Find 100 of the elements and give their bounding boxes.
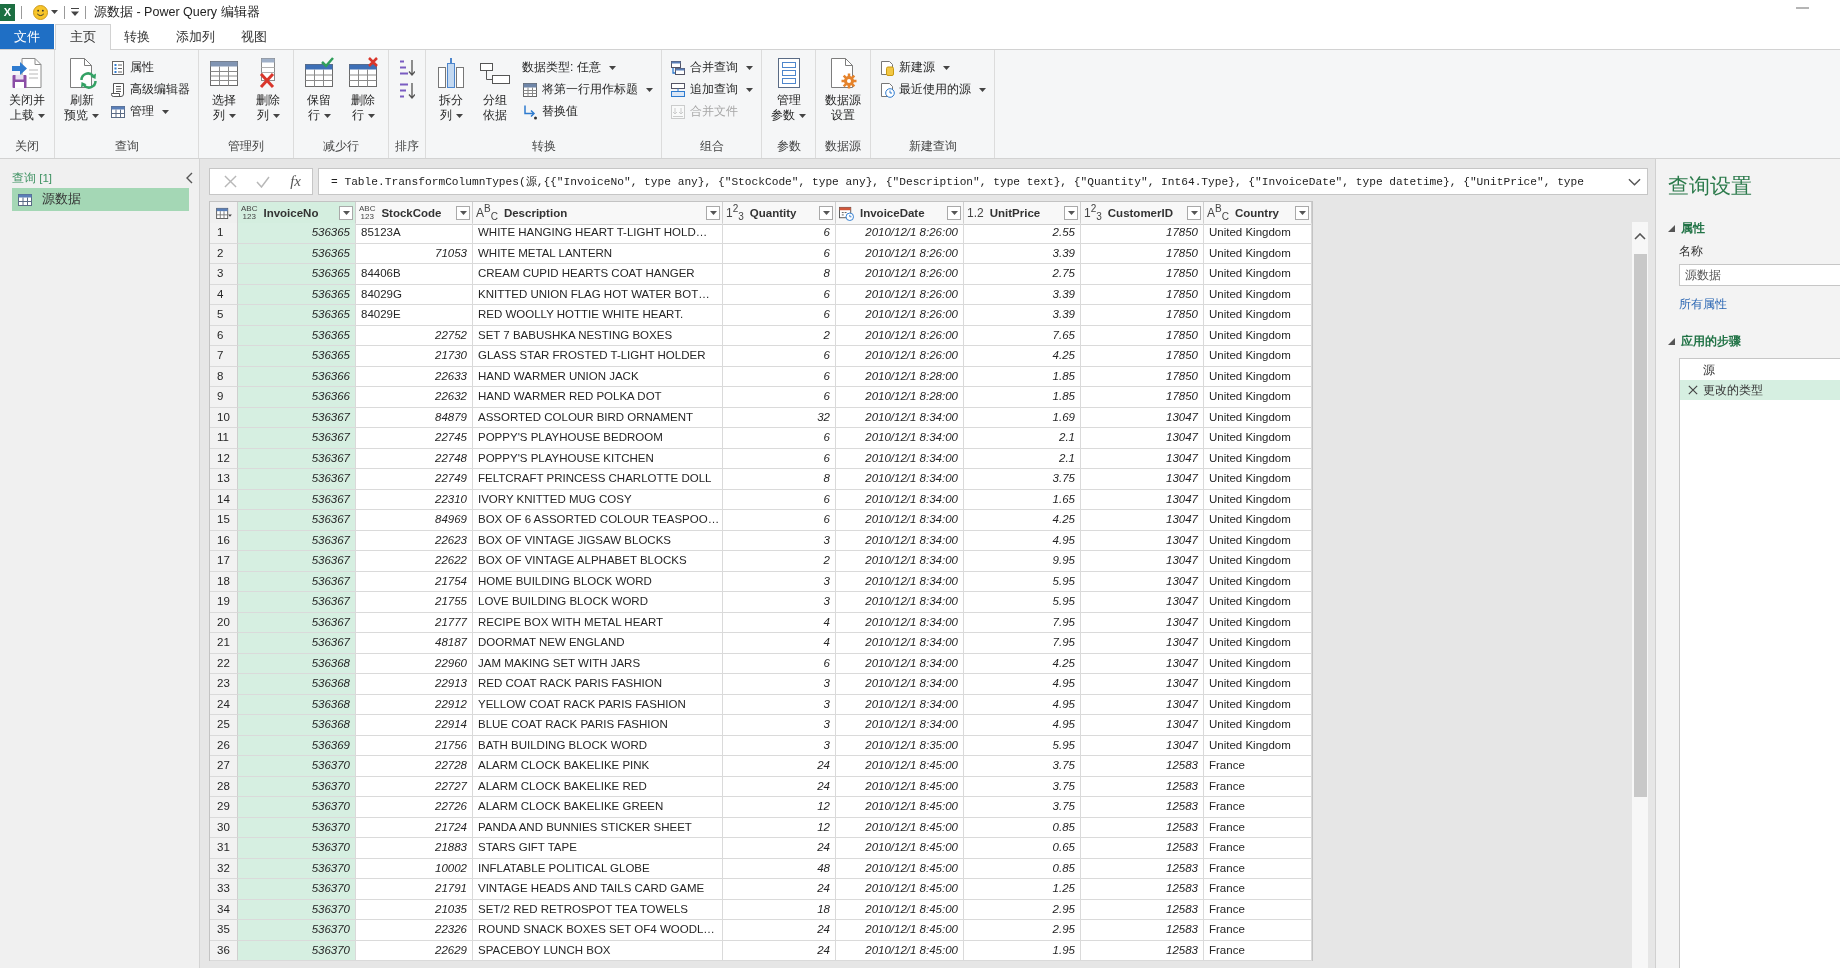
table-cell: 13047 xyxy=(1081,489,1204,510)
table-cell: 2010/12/1 8:34:00 xyxy=(836,694,964,715)
column-header[interactable]: 1.2 UnitPrice xyxy=(964,202,1081,226)
ribbon-tab[interactable]: 转换 xyxy=(111,24,163,49)
table-cell: 22622 xyxy=(356,551,473,572)
ribbon-button[interactable]: 删除 行 xyxy=(342,55,384,125)
row-number: 35 xyxy=(210,920,238,941)
table-cell: 2010/12/1 8:34:00 xyxy=(836,715,964,736)
ribbon-button[interactable]: 数据源 设置 xyxy=(820,55,866,125)
scroll-icon xyxy=(110,81,126,98)
chevron-down-icon[interactable] xyxy=(1628,177,1641,186)
ribbon-button[interactable] xyxy=(399,59,415,76)
table-cell: United Kingdom xyxy=(1204,366,1312,387)
ribbon-group-label: 查询 xyxy=(113,138,140,155)
query-item[interactable]: 源数据 xyxy=(12,188,189,211)
table-cell: 536370 xyxy=(238,776,356,797)
ribbon-group-label: 转换 xyxy=(530,138,557,155)
table-cell: France xyxy=(1204,879,1312,900)
ribbon-button[interactable]: 数据类型: 任意 xyxy=(518,57,657,78)
column-header[interactable]: 1$^{2}$$_{3}$ Quantity xyxy=(723,202,836,226)
name-field[interactable]: 源数据 xyxy=(1679,264,1840,286)
ribbon-button[interactable]: 分组 依据 xyxy=(474,55,516,125)
table-cell: 13047 xyxy=(1081,735,1204,756)
check-icon[interactable] xyxy=(255,175,270,188)
ribbon-button[interactable] xyxy=(399,82,415,99)
caret-icon[interactable] xyxy=(51,10,58,14)
table-cell: POPPY'S PLAYHOUSE BEDROOM xyxy=(473,428,723,449)
column-filter-button[interactable] xyxy=(947,206,961,221)
insert-function-button[interactable]: fx xyxy=(288,173,303,190)
ribbon-button[interactable]: 替换值 xyxy=(518,101,657,122)
column-header[interactable]: A$^{B}$$_{C}$ Country xyxy=(1204,202,1312,226)
vertical-scrollbar[interactable] xyxy=(1632,222,1648,968)
ribbon-tab[interactable]: 视图 xyxy=(228,24,280,49)
table-cell: 13047 xyxy=(1081,653,1204,674)
formula-field[interactable]: = Table.TransformColumnTypes(源,{{"InvoiceNo", type any}, {"StockCode", type any}, {"Description", type text}, {"Quantity", Int64.Type}, {"InvoiceDate", type datetime}, {"UnitPrice", type xyxy=(318,168,1648,195)
ribbon-button[interactable]: 追加查询 xyxy=(666,79,757,100)
table-cell: 2010/12/1 8:26:00 xyxy=(836,284,964,305)
column-filter-button[interactable] xyxy=(819,206,833,221)
column-filter-button[interactable] xyxy=(1295,206,1309,221)
ribbon-button[interactable]: 属性 xyxy=(106,57,194,78)
column-filter-button[interactable] xyxy=(1187,206,1201,221)
applied-step[interactable]: 更改的类型 xyxy=(1680,380,1840,400)
table-cell: 6 xyxy=(723,243,836,264)
table-cell: 3.39 xyxy=(964,305,1081,326)
table-cell: United Kingdom xyxy=(1204,448,1312,469)
row-number: 23 xyxy=(210,674,238,695)
table-cell: 1.25 xyxy=(964,879,1081,900)
applied-step[interactable]: 源 xyxy=(1680,360,1840,380)
smiley-icon[interactable] xyxy=(33,4,48,20)
table-cell: 536365 xyxy=(238,243,356,264)
table-menu-button[interactable] xyxy=(210,202,238,226)
table-cell: 1.85 xyxy=(964,366,1081,387)
customize-icon[interactable] xyxy=(71,8,79,16)
ribbon-button[interactable]: 最近使用的源 xyxy=(875,79,990,100)
table-cell: 536367 xyxy=(238,469,356,490)
triangle-icon[interactable] xyxy=(1668,338,1675,345)
chevron-left-icon[interactable] xyxy=(186,172,193,184)
column-filter-button[interactable] xyxy=(1064,206,1078,221)
app-logo: X xyxy=(0,3,15,21)
ribbon-group-label: 管理列 xyxy=(227,138,265,155)
panel-title: 查询设置 xyxy=(1668,173,1752,199)
row-number: 7 xyxy=(210,346,238,367)
ribbon-button[interactable]: 管理 参数 xyxy=(766,55,811,125)
section-heading: 属性 xyxy=(1681,220,1705,237)
column-header[interactable]: A$^{B}$$_{C}$ Description xyxy=(473,202,723,226)
ribbon-button[interactable]: 保留 行 xyxy=(298,55,340,125)
file-tab[interactable]: 文件 xyxy=(0,24,54,49)
table-cell: 12 xyxy=(723,817,836,838)
all-properties-link[interactable]: 所有属性 xyxy=(1679,296,1727,313)
column-header[interactable]: 1$^{2}$$_{3}$ CustomerID xyxy=(1081,202,1204,226)
table-cell: 22960 xyxy=(356,653,473,674)
table-cell: ROUND SNACK BOXES SET OF4 WOODL… xyxy=(473,920,723,941)
triangle-icon[interactable] xyxy=(1668,225,1675,232)
row-number: 15 xyxy=(210,510,238,531)
table-cell: 2010/12/1 8:26:00 xyxy=(836,346,964,367)
column-header[interactable]: InvoiceDate xyxy=(836,202,964,226)
ribbon-tab[interactable]: 添加列 xyxy=(163,24,228,49)
ribbon-tab[interactable]: 主页 xyxy=(55,24,111,50)
row-number: 33 xyxy=(210,879,238,900)
ribbon-button[interactable]: 删除 列 xyxy=(247,55,289,125)
ribbon-button[interactable]: 选择 列 xyxy=(203,55,245,125)
table-cell: 2010/12/1 8:26:00 xyxy=(836,325,964,346)
ribbon-button[interactable]: 高级编辑器 xyxy=(106,79,194,100)
ribbon-button[interactable]: 拆分 列 xyxy=(430,55,472,125)
scrollbar-thumb[interactable] xyxy=(1633,254,1647,797)
table-cell: 7.65 xyxy=(964,325,1081,346)
ribbon-group-label: 组合 xyxy=(698,138,725,155)
ribbon-button[interactable]: 管理 xyxy=(106,101,194,122)
chevron-up-icon[interactable] xyxy=(1634,233,1646,240)
ribbon-button[interactable]: 刷新 预览 xyxy=(59,55,104,125)
column-filter-button[interactable] xyxy=(706,206,720,221)
table-cell: 2010/12/1 8:45:00 xyxy=(836,879,964,900)
ribbon-button[interactable]: 新建源 xyxy=(875,57,990,78)
ribbon-button[interactable]: 合并查询 xyxy=(666,57,757,78)
column-filter-button[interactable] xyxy=(456,206,470,221)
delete-icon[interactable] xyxy=(1688,385,1698,395)
table-cell: 4.95 xyxy=(964,530,1081,551)
column-filter-button[interactable] xyxy=(339,206,353,221)
ribbon-button[interactable]: 关闭并 上载 xyxy=(4,55,50,125)
ribbon-button[interactable]: 将第一行用作标题 xyxy=(518,79,657,100)
